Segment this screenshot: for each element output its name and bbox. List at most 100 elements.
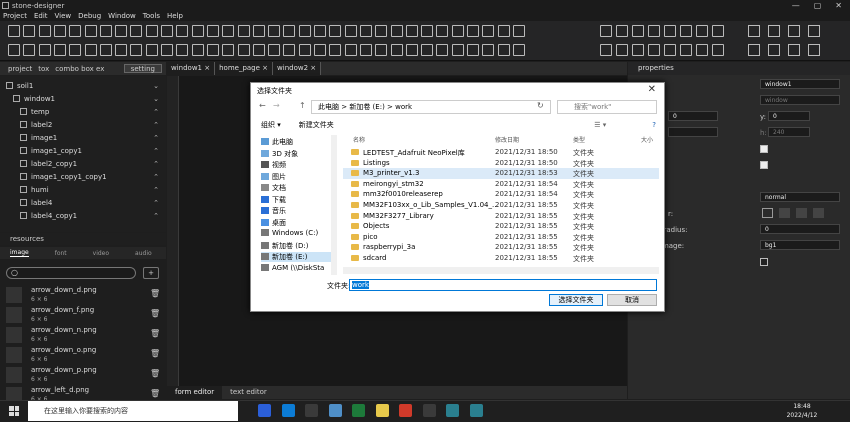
tab-image[interactable]: image [10,249,29,257]
editor-tab[interactable]: form editor [167,386,223,399]
layout-tool-icon[interactable] [788,44,800,56]
file-row[interactable]: mm32f0010releaserep 2021/12/31 18:54 文件夹 [343,189,659,200]
widget-tool-icon[interactable] [375,44,388,56]
nav-item[interactable]: 图片 [261,172,286,182]
organize-button[interactable]: 组织 ▾ [261,120,281,130]
navigation-scrollbar[interactable] [331,135,337,275]
close-icon[interactable]: ✕ [835,1,842,10]
file-row[interactable]: raspberrypi_3a 2021/12/31 18:55 文件夹 [343,242,659,253]
maximize-icon[interactable]: ▢ [814,1,822,10]
align-tool-icon[interactable] [648,25,660,37]
trash-icon[interactable]: 🗑 [150,309,160,318]
widget-tool-icon[interactable] [344,25,357,37]
tree-item[interactable]: image1 ⌃ [0,131,166,144]
path-2[interactable]: work [395,103,412,111]
widget-tool-icon[interactable] [145,25,158,37]
path-0[interactable]: 此电脑 [318,103,339,111]
tab-combo-box[interactable]: combo box ex [55,65,104,73]
menu-edit[interactable]: Edit [34,12,48,20]
widget-tool-icon[interactable] [130,25,143,37]
taskbar-app-icon[interactable] [352,404,365,417]
forward-icon[interactable]: → [273,101,280,110]
nav-item[interactable]: 音乐 [261,206,286,216]
widget-tool-icon[interactable] [283,44,296,56]
widget-tool-icon[interactable] [283,25,296,37]
layout-tool-icon[interactable] [768,25,780,37]
tree-item[interactable]: image1_copy1_copy1 ⌃ [0,170,166,183]
trash-icon[interactable]: 🗑 [150,289,160,298]
back-icon[interactable]: ← [259,101,266,110]
nav-item[interactable]: 下载 [261,195,286,205]
align-tool-icon[interactable] [712,25,724,37]
widget-tool-icon[interactable] [405,44,418,56]
nav-item[interactable]: 3D 对象 [261,149,298,159]
widget-tool-icon[interactable] [314,25,326,37]
style-select[interactable]: normal [760,192,840,202]
nav-item[interactable]: 新加卷 (E:) [261,252,335,262]
widget-tool-icon[interactable] [252,44,265,56]
menu-project[interactable]: Project [3,12,27,20]
image-select[interactable]: bg1 [760,240,840,250]
widget-tool-icon[interactable] [115,44,128,56]
editor-tab[interactable]: text editor [222,386,275,399]
widget-tool-icon[interactable] [176,44,189,56]
widget-tool-icon[interactable] [161,44,173,56]
taskbar-app-icon[interactable] [469,404,483,417]
widget-tool-icon[interactable] [512,44,525,56]
tree-item[interactable]: label2_copy1 ⌃ [0,157,166,170]
widget-tool-icon[interactable] [23,44,36,56]
widget-tool-icon[interactable] [482,25,495,37]
align-tool-icon[interactable] [600,44,612,56]
resource-item[interactable]: arrow_down_f.png 6 × 6 🗑 [0,304,166,324]
visible-checkbox[interactable] [760,145,768,153]
layout-tool-icon[interactable] [748,44,760,56]
widget-tool-icon[interactable] [268,25,281,37]
menu-window[interactable]: Window [108,12,136,20]
expand-icon[interactable]: ⌃ [153,212,159,220]
help-icon[interactable]: ? [652,121,656,129]
col-name[interactable]: 名称 [353,135,365,145]
widget-tool-icon[interactable] [23,25,36,37]
taskbar-app-icon[interactable] [399,404,412,417]
widget-tool-icon[interactable] [161,25,173,37]
resource-search-input[interactable]: ○ [6,267,136,279]
widget-tool-icon[interactable] [421,25,434,37]
widget-tool-icon[interactable] [237,44,250,56]
view-options-icon[interactable]: ☰ ▾ [594,121,606,129]
menu-view[interactable]: View [55,12,72,20]
windows-start-icon[interactable] [9,406,19,416]
file-row[interactable]: MM32F103xx_o_Lib_Samples_V1.04_... 2021/1… [343,200,659,211]
widget-tool-icon[interactable] [451,44,464,56]
widget-tool-icon[interactable] [99,44,112,56]
widget-tool-icon[interactable] [497,44,510,56]
trash-icon[interactable]: 🗑 [150,389,160,398]
dialog-search-input[interactable]: 搜索"work" [557,100,657,114]
widget-tool-icon[interactable] [84,25,97,37]
resource-item[interactable]: arrow_down_n.png 6 × 6 🗑 [0,324,166,344]
align-tool-icon[interactable] [664,44,676,56]
y-field[interactable]: 0 [768,111,810,121]
menu-debug[interactable]: Debug [78,12,101,20]
option-checkbox[interactable] [760,258,768,266]
tab-project[interactable]: project [8,65,32,73]
dialog-close-icon[interactable]: ✕ [648,84,656,95]
align-tool-icon[interactable] [696,25,708,37]
widget-tool-icon[interactable] [482,44,495,56]
align-tool-icon[interactable] [616,25,628,37]
widget-tool-icon[interactable] [421,44,434,56]
widget-tool-icon[interactable] [145,44,158,56]
resource-item[interactable]: arrow_down_o.png 6 × 6 🗑 [0,344,166,364]
widget-tool-icon[interactable] [329,25,342,37]
widget-tool-icon[interactable] [206,25,219,37]
file-row[interactable]: MM32F3277_Library 2021/12/31 18:55 文件夹 [343,211,659,222]
widget-tool-icon[interactable] [451,25,464,37]
radius-field[interactable]: 0 [760,224,840,234]
widget-tool-icon[interactable] [38,44,51,56]
align-tool-icon[interactable] [616,44,628,56]
trash-icon[interactable]: 🗑 [150,349,160,358]
expand-icon[interactable]: ⌃ [153,199,159,207]
taskbar-app-icon[interactable] [305,404,318,417]
x-field[interactable]: 0 [668,111,718,121]
tree-item[interactable]: window1 ⌄ [0,92,166,105]
widget-tool-icon[interactable] [390,25,403,37]
